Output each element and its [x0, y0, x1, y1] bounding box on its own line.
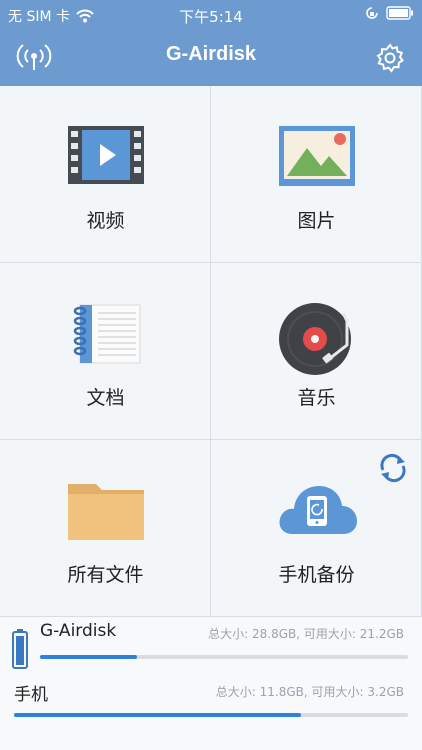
tile-document[interactable]: 文档	[0, 263, 211, 440]
tile-label: 文档	[86, 387, 125, 409]
rotation-lock-icon	[366, 7, 378, 19]
tile-picture[interactable]: 图片	[211, 86, 422, 263]
device-name: G-Airdisk	[40, 621, 117, 641]
phone-storage-info: 总大小: 11.8GB, 可用大小: 3.2GB	[215, 685, 404, 699]
cloud-backup-icon	[279, 486, 357, 534]
tile-phone-backup[interactable]: 手机备份	[211, 440, 422, 617]
page-title: G-Airdisk	[165, 43, 257, 65]
tile-music[interactable]: 音乐	[211, 263, 422, 440]
tile-label: 视频	[86, 210, 125, 232]
storage-panel: G-Airdisk 总大小: 28.8GB, 可用大小: 21.2GB 手机 总…	[0, 617, 422, 750]
device-storage-bar	[40, 655, 408, 659]
document-icon	[73, 304, 140, 364]
phone-storage-fill	[14, 713, 302, 717]
status-time: 下午5:14	[179, 8, 243, 26]
gear-icon	[376, 43, 404, 73]
video-icon	[67, 126, 144, 184]
tile-all-files[interactable]: 所有文件	[0, 440, 211, 617]
nav-bar: G-Airdisk	[0, 30, 422, 86]
tile-label: 手机备份	[278, 564, 355, 586]
phone-name: 手机	[14, 685, 48, 705]
category-grid: 视频 图片 文档 音乐 所有文件 手机备份	[0, 86, 422, 617]
picture-icon	[278, 126, 355, 186]
status-bar: 无 SIM 卡 下午5:14	[0, 0, 422, 30]
phone-storage-bar	[14, 713, 408, 717]
tile-video[interactable]: 视频	[0, 86, 211, 263]
tile-label: 图片	[297, 210, 336, 232]
folder-icon	[67, 484, 144, 540]
settings-button[interactable]	[372, 40, 408, 76]
battery-indicator-icon	[12, 629, 28, 669]
device-storage-fill	[40, 655, 138, 659]
device-storage-info: 总大小: 28.8GB, 可用大小: 21.2GB	[208, 627, 404, 641]
music-icon	[278, 303, 351, 375]
battery-icon	[386, 6, 413, 20]
tile-label: 音乐	[297, 387, 336, 409]
tile-label: 所有文件	[67, 564, 144, 586]
status-right	[364, 5, 414, 21]
